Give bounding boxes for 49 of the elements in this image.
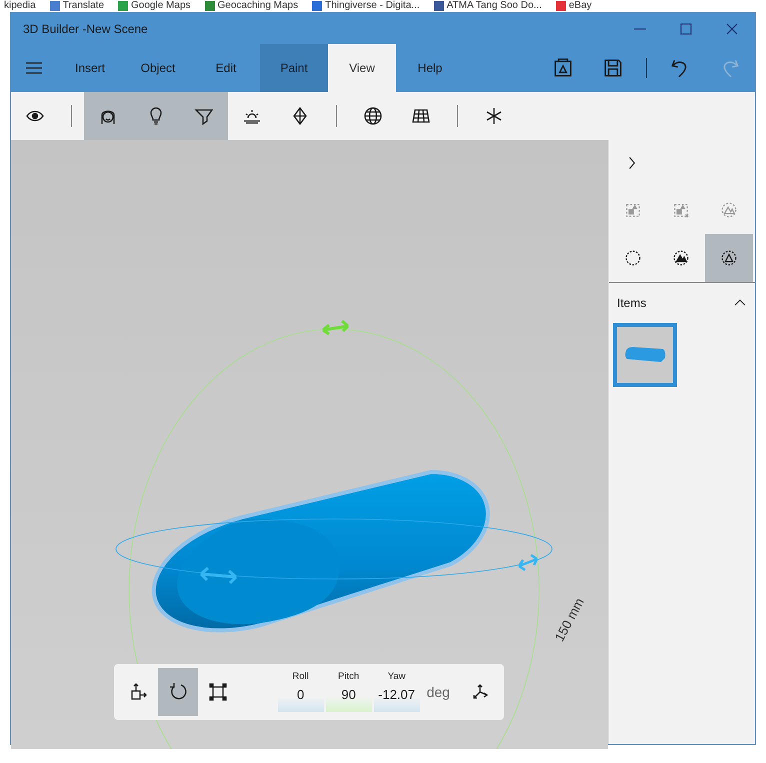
bookmark-link[interactable]: kipedia (4, 0, 36, 12)
menu-tab[interactable]: Paint (260, 44, 328, 92)
select-box-x-icon (672, 201, 690, 219)
print-3d-icon (552, 57, 574, 79)
menu-tab[interactable]: Edit (192, 44, 260, 92)
roll-handle[interactable] (200, 566, 238, 584)
bookmark-icon (118, 1, 128, 11)
circle-peaks-icon (672, 249, 690, 267)
unit-label: deg (426, 682, 451, 702)
menu-tab[interactable]: Help (396, 44, 464, 92)
scale-icon (208, 682, 228, 702)
axis-label: Yaw (388, 670, 406, 684)
bookmark-icon (204, 1, 215, 11)
menu-tab[interactable]: Insert (56, 44, 124, 92)
bookmark-icon (50, 1, 60, 11)
face-button[interactable] (84, 92, 132, 140)
window-title: 3D Builder -New Scene (23, 20, 149, 38)
cylinder-thumbnail-icon (623, 345, 667, 365)
spotlight-button[interactable] (180, 92, 228, 140)
bookmark-link[interactable]: Geocaching Maps (218, 0, 298, 12)
bookmark-link[interactable]: ATMA Tang Soo Do... (446, 0, 542, 12)
bookmark-link[interactable]: Thingiverse - Digita... (325, 0, 420, 12)
items-heading: Items (617, 295, 646, 312)
circle-peaks-icon (720, 201, 738, 219)
menu-tab[interactable]: Object (124, 44, 192, 92)
menu-tab[interactable]: View (328, 44, 396, 92)
bookmark-link[interactable]: Translate (62, 0, 104, 12)
select-box-icon (624, 201, 642, 219)
item-thumbnail[interactable] (613, 323, 677, 387)
close-icon (726, 22, 738, 34)
axis-label: Pitch (338, 670, 360, 684)
axis-label: Roll (292, 670, 309, 684)
bookmark-link[interactable]: Google Maps (131, 0, 191, 12)
asterisk-icon (484, 106, 504, 126)
bookmark-icon (556, 1, 566, 11)
rotate-button[interactable] (158, 668, 198, 716)
pitch-handle[interactable] (322, 320, 350, 336)
circle-icon (624, 249, 642, 267)
rotate-icon (168, 682, 188, 702)
save-icon (602, 57, 624, 79)
yaw-ring[interactable] (116, 518, 552, 580)
bookmark-icon (312, 1, 322, 11)
bookmark-link[interactable]: eBay (568, 0, 592, 12)
dimension-label: 150 mm (550, 594, 588, 646)
yaw-handle[interactable] (518, 554, 538, 572)
globe-icon (363, 106, 383, 126)
cylinder-model[interactable] (152, 470, 490, 632)
maximize-icon (680, 22, 692, 34)
bookmark-icon (434, 1, 444, 11)
